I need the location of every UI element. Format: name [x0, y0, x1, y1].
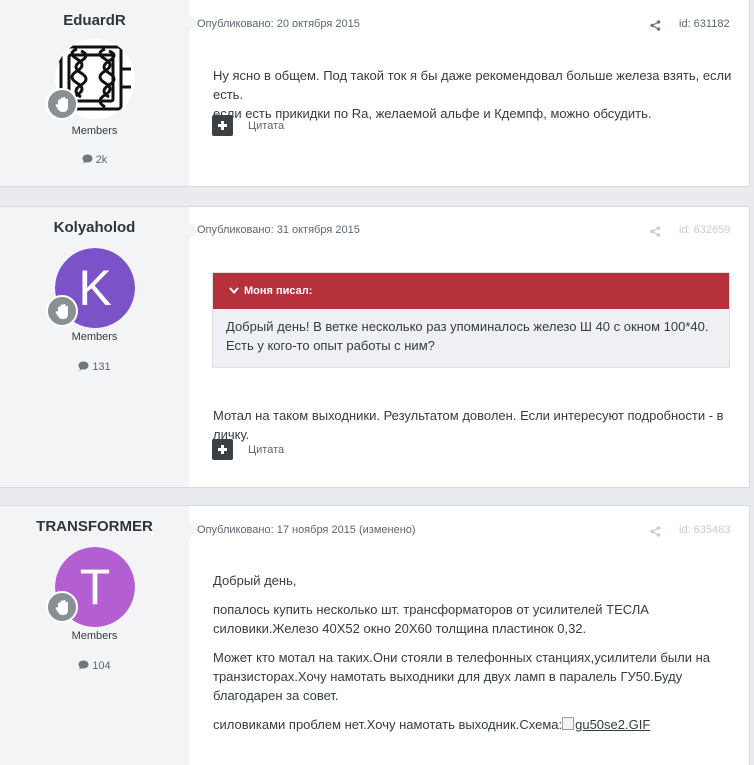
quote-block: Моня писал: Добрый день! В ветке несколь…	[212, 272, 730, 368]
post-paragraph: попалось купить несколько шт. трансформа…	[213, 602, 649, 636]
post-content: Мотал на таком выходники. Результатом до…	[213, 408, 724, 442]
quote-plus-button[interactable]	[212, 439, 233, 460]
comment-icon	[82, 154, 93, 164]
post-kolyaholod: Kolyaholod K Members 131 Опубликовано: 3…	[0, 206, 750, 488]
post-transformer: TRANSFORMER T Members 104 Опубликовано: …	[0, 505, 750, 765]
member-group: Members	[71, 331, 118, 343]
post-id[interactable]: id: 631182	[679, 18, 730, 30]
author-name[interactable]: EduardR	[0, 12, 189, 29]
post-paragraph: силовиками проблем нет.Хочу намотать вых…	[213, 715, 733, 734]
share-icon[interactable]	[650, 18, 661, 36]
author-name[interactable]: Kolyaholod	[0, 219, 189, 236]
post-date[interactable]: Опубликовано: 31 октября 2015	[197, 224, 360, 236]
chevron-down-icon	[229, 287, 239, 294]
post-content: Ну ясно в общем. Под такой ток я бы даже…	[213, 66, 743, 123]
author-name[interactable]: TRANSFORMER	[0, 518, 189, 535]
post-count-value: 104	[92, 660, 111, 672]
post-count-value: 131	[92, 361, 111, 373]
author-panel: EduardR Members 2k	[0, 0, 189, 186]
post-count-value: 2k	[95, 154, 108, 166]
broken-image-icon	[562, 717, 575, 730]
author-panel: Kolyaholod K Members 131	[0, 207, 189, 487]
post-date[interactable]: Опубликовано: 20 октября 2015	[197, 18, 360, 30]
post-count: 131	[0, 361, 189, 373]
rank-badge-icon	[46, 88, 78, 120]
rank-badge-icon	[46, 591, 78, 623]
quote-header[interactable]: Моня писал:	[213, 273, 729, 309]
rank-badge-icon	[46, 295, 78, 327]
post-paragraph: Добрый день,	[213, 573, 297, 588]
quote-label[interactable]: Цитата	[248, 444, 284, 456]
post-id[interactable]: id: 632659	[679, 224, 730, 236]
post-content: Добрый день, попалось купить несколько ш…	[213, 571, 733, 734]
author-panel: TRANSFORMER T Members 104	[0, 506, 189, 765]
post-count: 2k	[0, 154, 189, 166]
post-id[interactable]: id: 635483	[679, 524, 730, 536]
post-paragraph-text: силовиками проблем нет.Хочу намотать вых…	[213, 717, 563, 732]
post-date[interactable]: Опубликовано: 17 ноября 2015 (изменено)	[197, 524, 416, 536]
post-paragraph: Может кто мотал на таких.Они стояли в те…	[213, 650, 710, 703]
quote-text: Добрый день! В ветке несколько раз упоми…	[226, 319, 709, 353]
comment-icon	[78, 361, 89, 371]
post-line: если есть прикидки по Ra, желаемой альфе…	[213, 106, 652, 121]
schematic-image-link[interactable]: gu50se2.GIF	[562, 717, 650, 732]
image-name: gu50se2.GIF	[575, 717, 651, 732]
post-eduardr: EduardR Members 2k Опубликовано: 20 октя…	[0, 0, 750, 187]
quote-author: Моня писал:	[244, 285, 313, 297]
quote-label[interactable]: Цитата	[248, 120, 284, 132]
member-group: Members	[71, 630, 118, 642]
share-icon[interactable]	[650, 524, 661, 542]
quote-plus-button[interactable]	[212, 115, 233, 136]
member-group: Members	[71, 125, 118, 137]
comment-icon	[78, 660, 89, 670]
share-icon[interactable]	[650, 224, 661, 242]
post-line: Ну ясно в общем. Под такой ток я бы даже…	[213, 68, 732, 102]
post-count: 104	[0, 660, 189, 672]
